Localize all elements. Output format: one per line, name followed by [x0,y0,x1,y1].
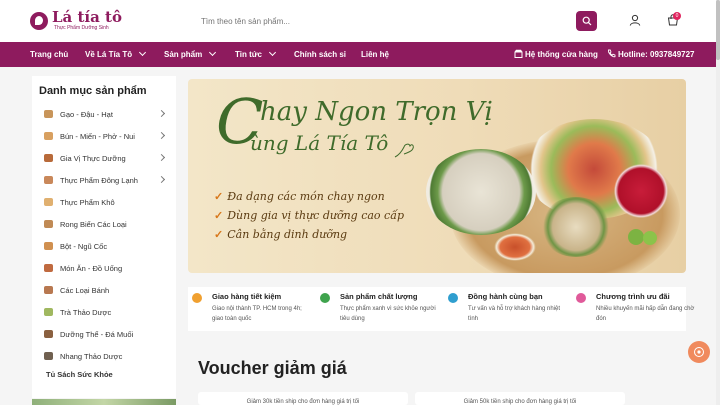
rice-roll-image [540,197,612,257]
sidebar-item-health-books[interactable]: Tủ Sách Sức Khỏe [46,370,113,379]
search-button[interactable] [576,11,597,31]
hero-title-line2: ùng Lá Tía Tô [250,131,389,155]
features-strip: Giao hàng tiết kiệm Giao nội thành TP. H… [188,287,694,331]
chevron-right-icon [157,175,166,184]
sauce-bowl-image [494,233,536,261]
plate-image [426,149,536,235]
hero-bullet: ✓ Cân bằng dinh dưỡng [214,228,348,241]
nav-products[interactable]: Sản phẩm [164,42,217,67]
lime-image [628,229,644,245]
noodle-icon [44,132,53,140]
user-icon[interactable] [629,14,641,26]
cake-icon [44,286,53,294]
leaf-icon [320,293,330,303]
search-bar [195,11,597,32]
sidebar-item-flour-cereal[interactable]: Bột - Ngũ Cốc [44,238,166,254]
sidebar-item-noodles[interactable]: Bún - Miến - Phở - Nui [44,128,166,144]
nav-about[interactable]: Về Lá Tía Tô [85,42,147,67]
feature-title: Sản phẩm chất lượng [340,292,418,301]
floating-contact-button[interactable] [688,341,710,363]
check-icon: ✓ [214,209,224,222]
nav-wholesale[interactable]: Chính sách sỉ [294,42,346,67]
flour-icon [44,242,53,250]
dish-icon [44,264,53,272]
feature-item: Chương trình ưu đãi Nhiều khuyến mãi hấp… [576,287,700,331]
hero-bullet: ✓ Dùng gia vị thực dưỡng cao cấp [214,209,404,222]
sidebar-item-dry-food[interactable]: Thực Phẩm Khô [44,194,166,210]
tea-cup-image [613,161,669,221]
scrollbar-thumb[interactable] [716,0,720,60]
check-icon: ✓ [214,228,224,241]
delivery-truck-icon [192,293,202,303]
chevron-down-icon [139,48,147,57]
feature-item: Giao hàng tiết kiệm Giao nội thành TP. H… [192,287,316,331]
phone-icon [608,49,616,58]
tea-icon [44,308,53,316]
voucher-card[interactable]: Giảm 50k tiền ship cho đơn hàng giá trị … [415,392,625,405]
chevron-right-icon [157,153,166,162]
top-header: Lá tía tô Thực Phẩm Dưỡng Sinh 0 [0,0,720,42]
sidebar-item-frozen[interactable]: Thực Phẩm Đông Lạnh [44,172,166,188]
store-icon [514,49,523,58]
hero-title-line1: hay Ngon Trọn Vị [260,97,493,127]
sidebar-item-seaweed[interactable]: Rong Biển Các Loại [44,216,166,232]
sidebar-banner-image[interactable] [32,399,176,405]
feature-title: Giao hàng tiết kiệm [212,292,282,301]
feature-title: Chương trình ưu đãi [596,292,670,301]
feature-desc: Giao nội thành TP. HCM trong 4h; giao to… [212,306,302,322]
feature-desc: Tư vấn và hỗ trợ khách hàng nhiệt tình [468,306,561,322]
check-icon: ✓ [214,190,224,203]
cart-count-badge: 0 [673,12,681,20]
sidebar-item-herbal-tea[interactable]: Trà Thảo Dược [44,304,166,320]
chevron-right-icon [157,131,166,140]
lime-image [643,231,657,245]
nav-home[interactable]: Trang chủ [30,42,68,67]
chat-support-icon [694,347,704,357]
support-icon [448,293,458,303]
leaf-logo-icon [30,11,48,30]
search-icon [582,16,591,26]
voucher-section-title: Voucher giảm giá [198,358,347,378]
feature-desc: Thực phẩm xanh vì sức khỏe người tiêu dù… [340,306,436,322]
rice-icon [44,110,53,118]
sidebar-item-dishes-drinks[interactable]: Món Ăn - Đồ Uống [44,260,166,276]
site-logo[interactable]: Lá tía tô Thực Phẩm Dưỡng Sinh [30,10,122,31]
chevron-down-icon [268,48,277,57]
sidebar-item-seasoning[interactable]: Gia Vị Thực Dưỡng [44,150,166,166]
voucher-card[interactable]: Giảm 30k tiền ship cho đơn hàng giá trị … [198,392,408,405]
sidebar-item-incense[interactable]: Nhang Thảo Dược [44,348,166,364]
feature-item: Đồng hành cùng bạn Tư vấn và hỗ trợ khác… [448,287,572,331]
nav-stores[interactable]: Hệ thống cửa hàng [514,42,598,67]
seasoning-icon [44,154,53,162]
main-nav: Trang chủ Về Lá Tía Tô Sản phẩm Tin tức … [0,42,720,67]
page-scrollbar[interactable] [716,0,720,405]
sidebar-title: Danh mục sản phẩm [39,85,147,97]
hero-bullets: ✓ Đa dạng các món chay ngon ✓ Dùng gia vị … [214,187,404,244]
sidebar-item-cakes[interactable]: Các Loại Bánh [44,282,166,298]
sidebar-item-rice-beans[interactable]: Gạo - Đậu - Hạt [44,106,166,122]
chevron-down-icon [209,48,217,57]
nav-hotline[interactable]: Hotline: 0937849727 [607,42,695,67]
gift-icon [576,293,586,303]
logo-name: Lá tía tô [52,8,122,26]
feature-title: Đồng hành cùng bạn [468,292,543,301]
nav-news[interactable]: Tin tức [235,42,277,67]
feature-item: Sản phẩm chất lượng Thực phẩm xanh vì sứ… [320,287,444,331]
chevron-right-icon [157,109,166,118]
seaweed-icon [44,220,53,228]
feature-desc: Nhiều khuyến mãi hấp dẫn đang chờ đón [596,306,695,322]
salt-icon [44,330,53,338]
search-input[interactable] [195,11,597,32]
dry-food-icon [44,198,53,206]
incense-icon [44,352,53,360]
sidebar-item-body-salt[interactable]: Dưỡng Thể - Đá Muối [44,326,166,342]
nav-contact[interactable]: Liên hệ [361,42,389,67]
heart-doodle-icon [394,143,414,158]
frozen-food-icon [44,176,53,184]
hero-banner[interactable]: C hay Ngon Trọn Vị ùng Lá Tía Tô ✓ Đa dạn… [188,79,686,273]
hero-bullet: ✓ Đa dạng các món chay ngon [214,190,385,203]
